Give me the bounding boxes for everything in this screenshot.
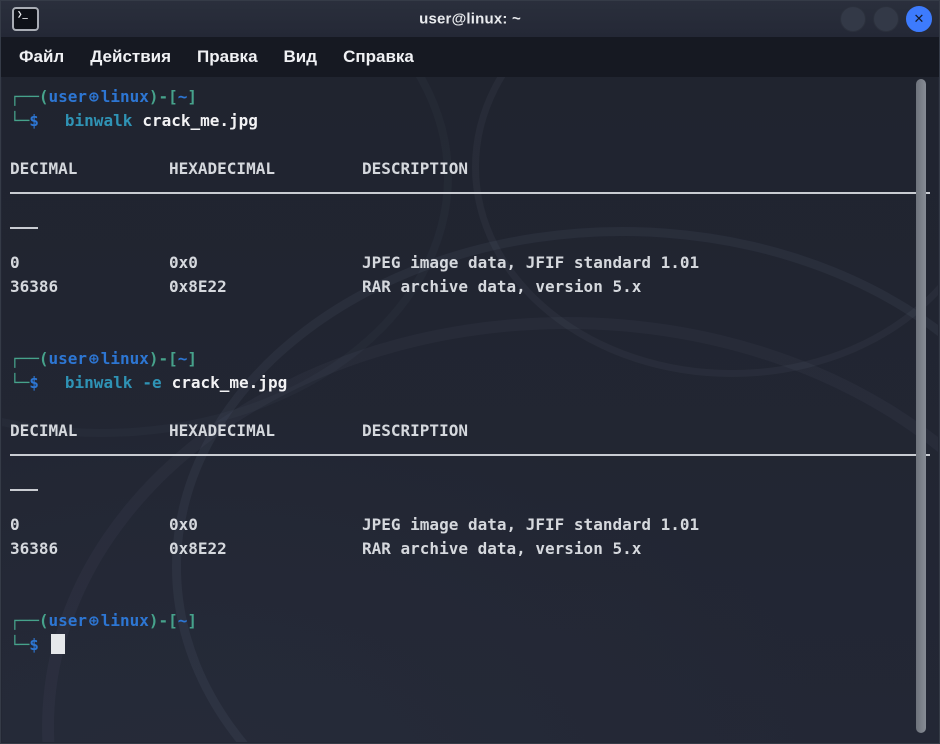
prompt-open: ┌──( xyxy=(10,611,49,630)
header-hexadecimal: HEXADECIMAL xyxy=(169,157,362,181)
prompt-dollar: $ xyxy=(29,635,39,654)
prompt-user: user xyxy=(49,87,88,106)
prompt-host: linux xyxy=(101,349,149,368)
table-row: 363860x8E22RAR archive data, version 5.x xyxy=(10,537,930,561)
header-description: DESCRIPTION xyxy=(362,421,468,440)
command-line-3[interactable]: └─$ xyxy=(10,633,930,657)
blank-line xyxy=(10,561,930,585)
table-separator xyxy=(10,454,930,478)
prompt-open: ┌──( xyxy=(10,349,49,368)
command-arg: crack_me.jpg xyxy=(142,111,258,130)
prompt-line-2: ┌──(user⊕linux)-[~] xyxy=(10,347,930,371)
terminal-cursor xyxy=(51,634,65,654)
table-separator-wrap xyxy=(10,227,930,251)
prompt-corner: └─ xyxy=(10,373,29,392)
prompt-corner: └─ xyxy=(10,111,29,130)
blank-line xyxy=(10,585,930,609)
blank-line xyxy=(10,323,930,347)
command-arg: crack_me.jpg xyxy=(172,373,288,392)
prompt-close: ] xyxy=(187,87,197,106)
header-description: DESCRIPTION xyxy=(362,159,468,178)
separator-line xyxy=(10,192,930,194)
prompt-dollar: $ xyxy=(29,373,39,392)
terminal-content: ┌──(user⊕linux)-[~] └─$binwalkcrack_me.j… xyxy=(2,77,938,742)
table-row: 00x0JPEG image data, JFIF standard 1.01 xyxy=(10,513,930,537)
menubar: Файл Действия Правка Вид Справка xyxy=(1,37,939,77)
prompt-line-1: ┌──(user⊕linux)-[~] xyxy=(10,85,930,109)
kali-at-icon: ⊕ xyxy=(89,611,99,630)
terminal-viewport[interactable]: ┌──(user⊕linux)-[~] └─$binwalkcrack_me.j… xyxy=(2,77,938,742)
table-row: 00x0JPEG image data, JFIF standard 1.01 xyxy=(10,251,930,275)
menu-help[interactable]: Справка xyxy=(343,47,414,67)
prompt-user: user xyxy=(49,611,88,630)
prompt-user: user xyxy=(49,349,88,368)
command-line-1: └─$ binwalk crack_me.jpg xyxy=(10,109,930,133)
header-decimal: DECIMAL xyxy=(10,419,169,443)
menu-edit[interactable]: Правка xyxy=(197,47,257,67)
window-controls: ✕ xyxy=(840,6,932,32)
prompt-close: ] xyxy=(187,349,197,368)
prompt-dir: ~ xyxy=(178,611,188,630)
table-row: 363860x8E22RAR archive data, version 5.x xyxy=(10,275,930,299)
prompt-host: linux xyxy=(101,87,149,106)
kali-at-icon: ⊕ xyxy=(89,87,99,106)
command-flag: -e xyxy=(142,373,161,392)
titlebar[interactable]: ❯_ user@linux: ~ ✕ xyxy=(1,1,939,37)
separator-wrap xyxy=(10,227,38,229)
separator-wrap xyxy=(10,489,38,491)
command-name: binwalk xyxy=(65,111,132,130)
prompt-mid: )-[ xyxy=(149,349,178,368)
prompt-line-3: ┌──(user⊕linux)-[~] xyxy=(10,609,930,633)
menu-file[interactable]: Файл xyxy=(19,47,64,67)
scrollbar-thumb[interactable] xyxy=(916,79,926,733)
close-icon: ✕ xyxy=(914,12,925,27)
command-line-2: └─$ binwalk -e crack_me.jpg xyxy=(10,371,930,395)
kali-at-icon: ⊕ xyxy=(89,349,99,368)
table-separator-wrap xyxy=(10,489,930,513)
blank-line xyxy=(10,299,930,323)
close-button[interactable]: ✕ xyxy=(906,6,932,32)
terminal-app-icon: ❯_ xyxy=(12,7,39,31)
window-title: user@linux: ~ xyxy=(419,11,521,28)
blank-line xyxy=(10,395,930,419)
terminal-icon-glyph: ❯_ xyxy=(17,10,28,20)
prompt-corner: └─ xyxy=(10,635,29,654)
menu-actions[interactable]: Действия xyxy=(90,47,171,67)
menu-view[interactable]: Вид xyxy=(284,47,318,67)
separator-line xyxy=(10,454,930,456)
blank-line xyxy=(10,133,930,157)
prompt-dir: ~ xyxy=(178,349,188,368)
prompt-mid: )-[ xyxy=(149,611,178,630)
header-hexadecimal: HEXADECIMAL xyxy=(169,419,362,443)
prompt-open: ┌──( xyxy=(10,87,49,106)
prompt-dir: ~ xyxy=(178,87,188,106)
table-header: DECIMALHEXADECIMALDESCRIPTION xyxy=(10,419,930,443)
prompt-mid: )-[ xyxy=(149,87,178,106)
table-separator xyxy=(10,192,930,216)
command-name: binwalk xyxy=(65,373,132,392)
prompt-dollar: $ xyxy=(29,111,39,130)
terminal-window: ❯_ user@linux: ~ ✕ Файл Действия Правка … xyxy=(0,0,940,744)
maximize-button[interactable] xyxy=(873,6,899,32)
prompt-close: ] xyxy=(187,611,197,630)
header-decimal: DECIMAL xyxy=(10,157,169,181)
table-header: DECIMALHEXADECIMALDESCRIPTION xyxy=(10,157,930,181)
minimize-button[interactable] xyxy=(840,6,866,32)
prompt-host: linux xyxy=(101,611,149,630)
